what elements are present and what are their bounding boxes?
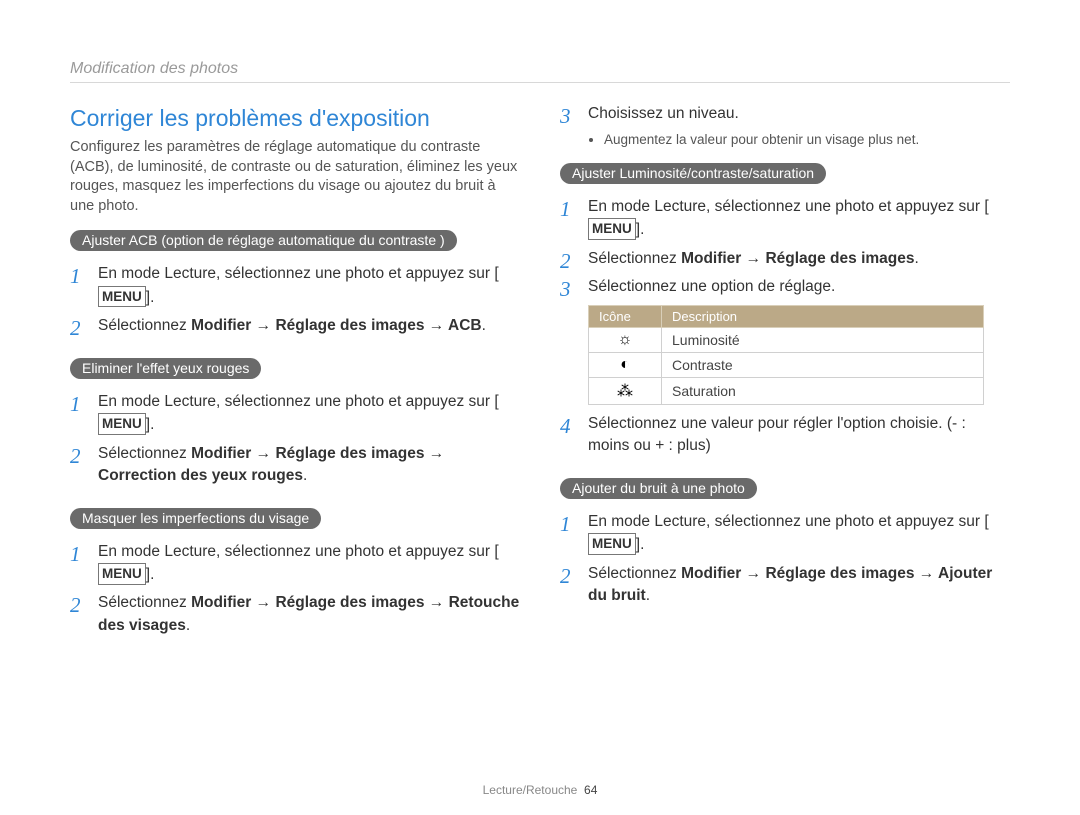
step-text-end: . [150,289,154,306]
page-number: 64 [584,783,597,797]
pill-noise: Ajouter du bruit à une photo [560,478,757,499]
step-text-end: . [640,536,644,553]
step-item: En mode Lecture, sélectionnez une photo … [560,511,1010,557]
breadcrumb: Modification des photos [70,60,1010,83]
left-column: Corriger les problèmes d'exposition Conf… [70,97,520,643]
footer-section: Lecture/Retouche [483,783,578,797]
manual-page: Modification des photos Corriger les pro… [0,0,1080,815]
pill-redeye: Eliminer l'effet yeux rouges [70,358,261,379]
step-text-end: . [150,566,154,583]
content-columns: Corriger les problèmes d'exposition Conf… [70,97,1010,643]
step-text: En mode Lecture, sélectionnez une photo … [98,265,494,282]
step-item: Sélectionnez une option de réglage. [560,276,1010,298]
steps-redeye: En mode Lecture, sélectionnez une photo … [70,391,520,488]
options-table: Icône Description ☼ Luminosité ◐ Contras… [588,305,984,405]
step-item: Sélectionnez Modifier → Réglage des imag… [560,248,1010,270]
step-text-end: . [640,221,644,238]
intro-text: Configurez les paramètres de réglage aut… [70,138,520,216]
step-text: Sélectionnez [98,594,191,611]
table-row: ◐ Contraste [589,352,984,377]
pill-acb: Ajuster ACB (option de réglage automatiq… [70,230,457,251]
steps-acb: En mode Lecture, sélectionnez une photo … [70,263,520,337]
brightness-icon: ☼ [589,327,662,352]
step-text: En mode Lecture, sélectionnez une photo … [588,198,984,215]
menu-button-label: MENU [98,563,146,585]
pill-face: Masquer les imperfections du visage [70,508,321,529]
table-header-row: Icône Description [589,305,984,327]
step-text: Sélectionnez [98,445,191,462]
steps-bcs: En mode Lecture, sélectionnez une photo … [560,196,1010,299]
bullet-item: Augmentez la valeur pour obtenir un visa… [604,131,1010,149]
step-path: Modifier → Réglage des images → ACB [191,317,482,334]
table-cell-desc: Luminosité [662,327,984,352]
step-item: En mode Lecture, sélectionnez une photo … [560,196,1010,242]
menu-button-label: MENU [588,533,636,555]
menu-button-label: MENU [98,286,146,308]
steps-face-cont: Choisissez un niveau. [560,103,1010,125]
step-text-end: . [303,467,307,484]
step-text-end: . [646,587,650,604]
step-path: Modifier → Réglage des images [681,250,914,267]
step-item: Sélectionnez Modifier → Réglage des imag… [70,315,520,337]
step-text-end: . [150,416,154,433]
step-item: Choisissez un niveau. [560,103,1010,125]
pill-bcs: Ajuster Luminosité/contraste/saturation [560,163,826,184]
table-cell-desc: Contraste [662,352,984,377]
step-text-end: . [482,317,486,334]
contrast-icon: ◐ [589,352,662,377]
menu-button-label: MENU [588,218,636,240]
step-item: En mode Lecture, sélectionnez une photo … [70,391,520,437]
page-title: Corriger les problèmes d'exposition [70,105,520,132]
step-text: En mode Lecture, sélectionnez une photo … [588,513,984,530]
step-text: Sélectionnez [588,250,681,267]
table-header-desc: Description [662,305,984,327]
saturation-icon: ⁂ [589,377,662,404]
step-item: Sélectionnez une valeur pour régler l'op… [560,413,1010,458]
step-item: Sélectionnez Modifier → Réglage des imag… [70,443,520,488]
step-text-end: . [915,250,919,267]
step-text-end: . [186,617,190,634]
table-header-icon: Icône [589,305,662,327]
menu-button-label: MENU [98,413,146,435]
step-item: En mode Lecture, sélectionnez une photo … [70,541,520,587]
right-column: Choisissez un niveau. Augmentez la valeu… [560,97,1010,643]
step-item: Sélectionnez Modifier → Réglage des imag… [70,592,520,637]
step-text: Sélectionnez une option de réglage. [588,278,835,295]
step-text: Sélectionnez une valeur pour régler l'op… [588,415,966,454]
step-text: Sélectionnez [98,317,191,334]
step-text: Sélectionnez [588,565,681,582]
face-bullets: Augmentez la valeur pour obtenir un visa… [560,131,1010,149]
step-text: En mode Lecture, sélectionnez une photo … [98,393,494,410]
step-item: En mode Lecture, sélectionnez une photo … [70,263,520,309]
steps-face: En mode Lecture, sélectionnez une photo … [70,541,520,638]
steps-bcs-cont: Sélectionnez une valeur pour régler l'op… [560,413,1010,458]
table-cell-desc: Saturation [662,377,984,404]
step-text: Choisissez un niveau. [588,105,739,122]
step-text: En mode Lecture, sélectionnez une photo … [98,543,494,560]
page-footer: Lecture/Retouche 64 [0,783,1080,797]
steps-noise: En mode Lecture, sélectionnez une photo … [560,511,1010,608]
table-row: ⁂ Saturation [589,377,984,404]
step-item: Sélectionnez Modifier → Réglage des imag… [560,563,1010,608]
table-row: ☼ Luminosité [589,327,984,352]
